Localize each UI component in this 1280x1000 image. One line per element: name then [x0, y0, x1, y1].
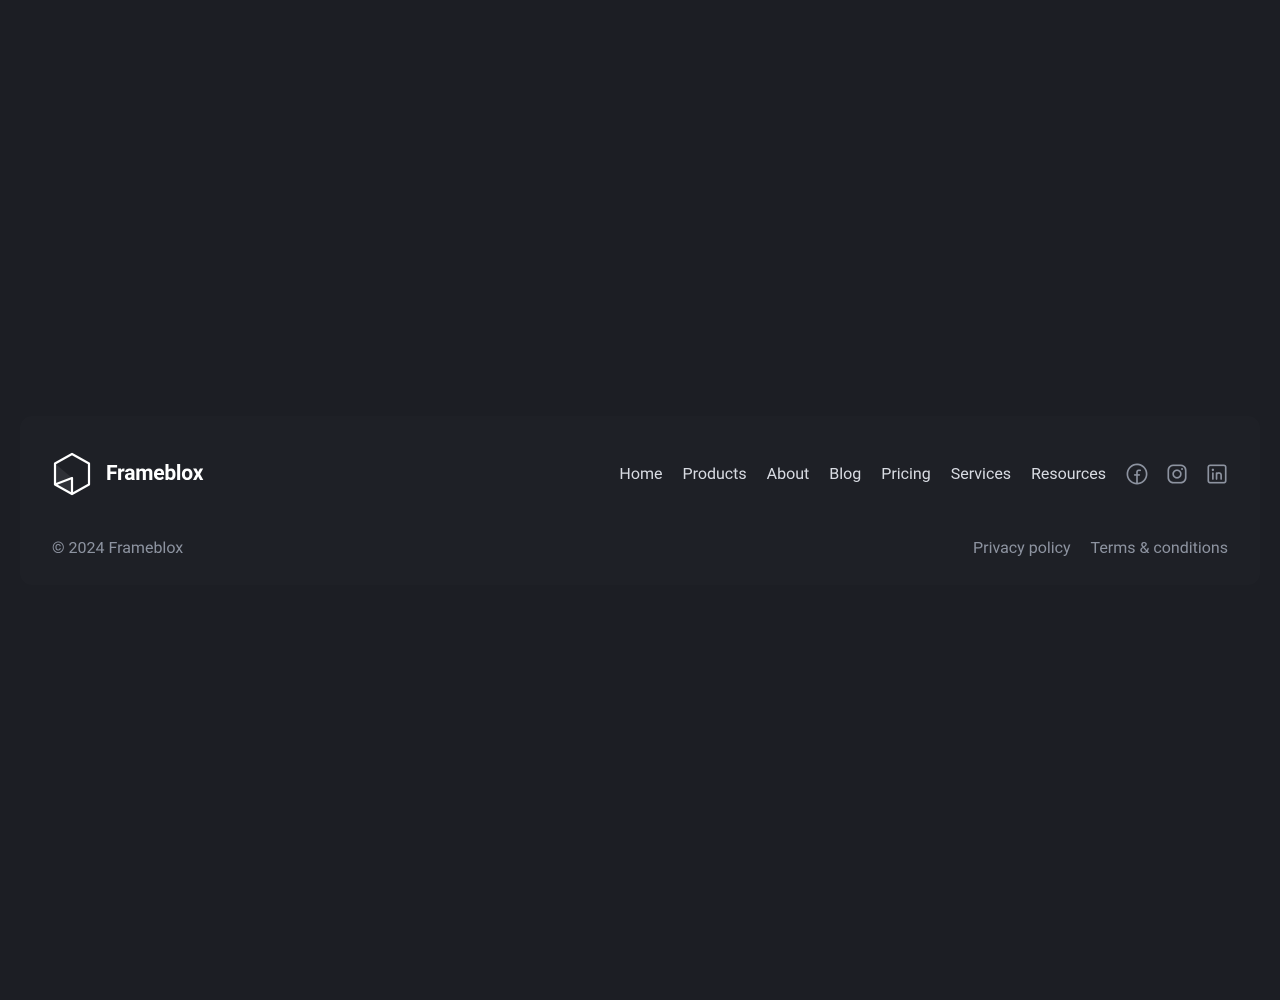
nav-link-products[interactable]: Products	[682, 464, 746, 483]
logo[interactable]: Frameblox	[52, 452, 203, 496]
nav-link-home[interactable]: Home	[619, 464, 662, 483]
instagram-link[interactable]	[1166, 463, 1188, 485]
footer: Frameblox Home Products About Blog Prici…	[20, 416, 1260, 585]
nav-link-resources[interactable]: Resources	[1031, 464, 1106, 483]
footer-nav: Home Products About Blog Pricing Service…	[619, 464, 1106, 483]
linkedin-link[interactable]	[1206, 463, 1228, 485]
footer-right: Home Products About Blog Pricing Service…	[619, 463, 1228, 485]
logo-text: Frameblox	[106, 462, 203, 486]
nav-link-pricing[interactable]: Pricing	[881, 464, 931, 483]
facebook-link[interactable]	[1126, 463, 1148, 485]
hexagon-logo-icon	[52, 452, 92, 496]
nav-link-about[interactable]: About	[767, 464, 810, 483]
facebook-icon	[1126, 463, 1148, 485]
legal-links: Privacy policy Terms & conditions	[973, 538, 1228, 557]
social-icons	[1126, 463, 1228, 485]
copyright-text: © 2024 Frameblox	[52, 538, 183, 557]
terms-conditions-link[interactable]: Terms & conditions	[1091, 538, 1228, 557]
linkedin-icon	[1206, 463, 1228, 485]
nav-link-services[interactable]: Services	[951, 464, 1011, 483]
instagram-icon	[1166, 463, 1188, 485]
footer-top-row: Frameblox Home Products About Blog Prici…	[52, 452, 1228, 496]
footer-bottom-row: © 2024 Frameblox Privacy policy Terms & …	[52, 538, 1228, 557]
nav-link-blog[interactable]: Blog	[829, 464, 861, 483]
privacy-policy-link[interactable]: Privacy policy	[973, 538, 1071, 557]
